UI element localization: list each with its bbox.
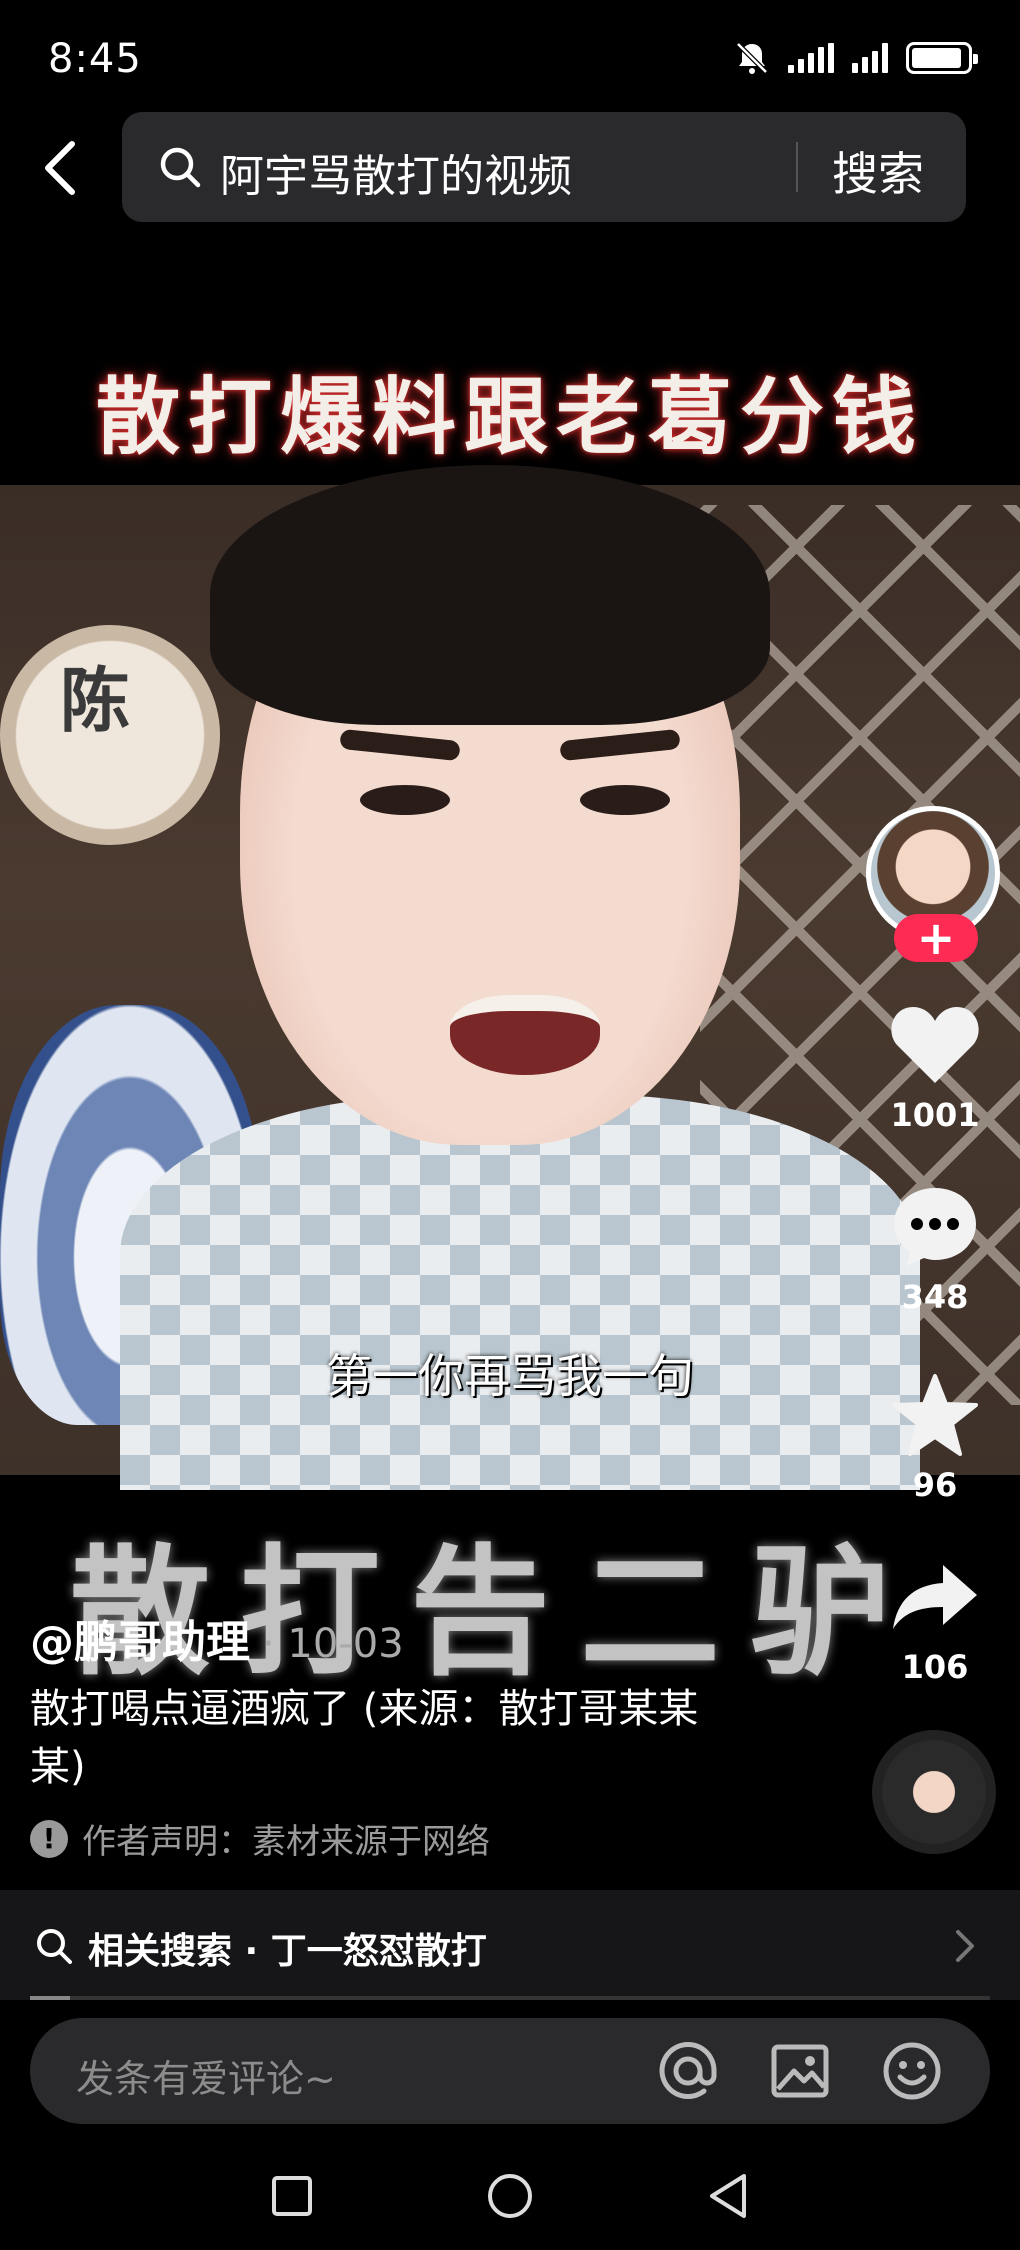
video-overlay-bottom: 散打告二驴 <box>70 1531 921 1695</box>
favorite-count: 96 <box>912 1466 958 1504</box>
comment-icon <box>894 1188 976 1266</box>
music-disc[interactable] <box>872 1730 996 1854</box>
comment-bar: 发条有爱评论~ <box>30 2018 990 2124</box>
right-eye <box>580 785 670 815</box>
triangle-back-icon <box>710 2174 746 2218</box>
related-search-label: 相关搜索 · 丁一怒怼散打 <box>88 1931 487 1972</box>
chevron-left-icon <box>45 141 75 195</box>
person-hair <box>210 465 770 725</box>
recent-apps-button[interactable] <box>262 2166 322 2226</box>
video-progress-fill <box>30 1996 71 2000</box>
author-row: @鹏哥助理 · 10-03 <box>30 1606 404 1670</box>
follow-button[interactable]: + <box>894 914 978 962</box>
circle-icon <box>488 2174 532 2218</box>
heart-icon <box>891 1007 979 1083</box>
video-progress[interactable] <box>30 1996 990 2000</box>
tea-cake-char: 陈 <box>60 659 130 742</box>
like-button[interactable]: 1001 <box>870 1000 1000 1134</box>
video-frame: 陈 <box>0 465 1020 1490</box>
back-button[interactable] <box>30 130 90 206</box>
video-overlay-title: 散打爆料跟老葛分钱 <box>95 367 924 466</box>
battery-icon <box>906 42 978 74</box>
search-divider <box>796 142 798 192</box>
share-count: 106 <box>901 1648 969 1686</box>
battery-fill <box>912 48 961 68</box>
search-button[interactable]: 搜索 <box>832 138 924 204</box>
bell-muted-icon <box>736 42 768 74</box>
search-icon <box>160 147 201 188</box>
image-icon[interactable] <box>770 2041 830 2101</box>
share-button[interactable]: 106 <box>870 1552 1000 1686</box>
home-button[interactable] <box>480 2166 540 2226</box>
author-notice: ! 作者声明：素材来源于网络 <box>30 1814 490 1863</box>
favorite-button[interactable]: 96 <box>870 1370 1000 1504</box>
signal-2-icon <box>852 43 888 73</box>
search-input[interactable]: 阿宇骂散打的视频 <box>220 140 572 204</box>
status-icons <box>734 40 978 76</box>
author-name[interactable]: @鹏哥助理 <box>30 1606 250 1670</box>
search-box[interactable]: 阿宇骂散打的视频 搜索 <box>122 112 966 222</box>
square-icon <box>272 2176 312 2216</box>
post-caption: 散打喝点逼酒疯了 (来源：散打哥某某某) <box>30 1686 699 1790</box>
comment-count: 348 <box>901 1278 969 1316</box>
star-icon <box>892 1374 978 1456</box>
emoji-icon[interactable] <box>882 2041 942 2101</box>
back-nav-button[interactable] <box>698 2166 758 2226</box>
mouth <box>450 995 600 1075</box>
left-eye <box>360 785 450 815</box>
comment-input[interactable]: 发条有爱评论~ <box>76 2048 336 2103</box>
chevron-right-icon <box>956 1930 974 1962</box>
search-icon <box>37 1929 72 1964</box>
video-player[interactable]: 陈 散打爆料跟老葛分钱 第一你再骂我一句 <box>0 300 1020 1490</box>
exclamation-icon: ! <box>30 1819 68 1858</box>
person-shirt <box>120 1095 920 1490</box>
at-mention-icon[interactable] <box>658 2041 718 2101</box>
signal-1-icon <box>788 43 834 73</box>
video-subtitle: 第一你再骂我一句 <box>326 1349 694 1403</box>
author-notice-text: 作者声明：素材来源于网络 <box>82 1822 490 1862</box>
share-icon <box>893 1565 977 1629</box>
comment-button[interactable]: 348 <box>870 1182 1000 1316</box>
related-search[interactable]: 相关搜索 · 丁一怒怼散打 <box>0 1890 1020 2000</box>
post-date: · 10-03 <box>262 1621 404 1667</box>
status-time: 8:45 <box>48 36 142 82</box>
system-nav-bar <box>0 2140 1020 2250</box>
like-count: 1001 <box>890 1096 980 1134</box>
status-bar: 8:45 <box>0 0 1020 110</box>
